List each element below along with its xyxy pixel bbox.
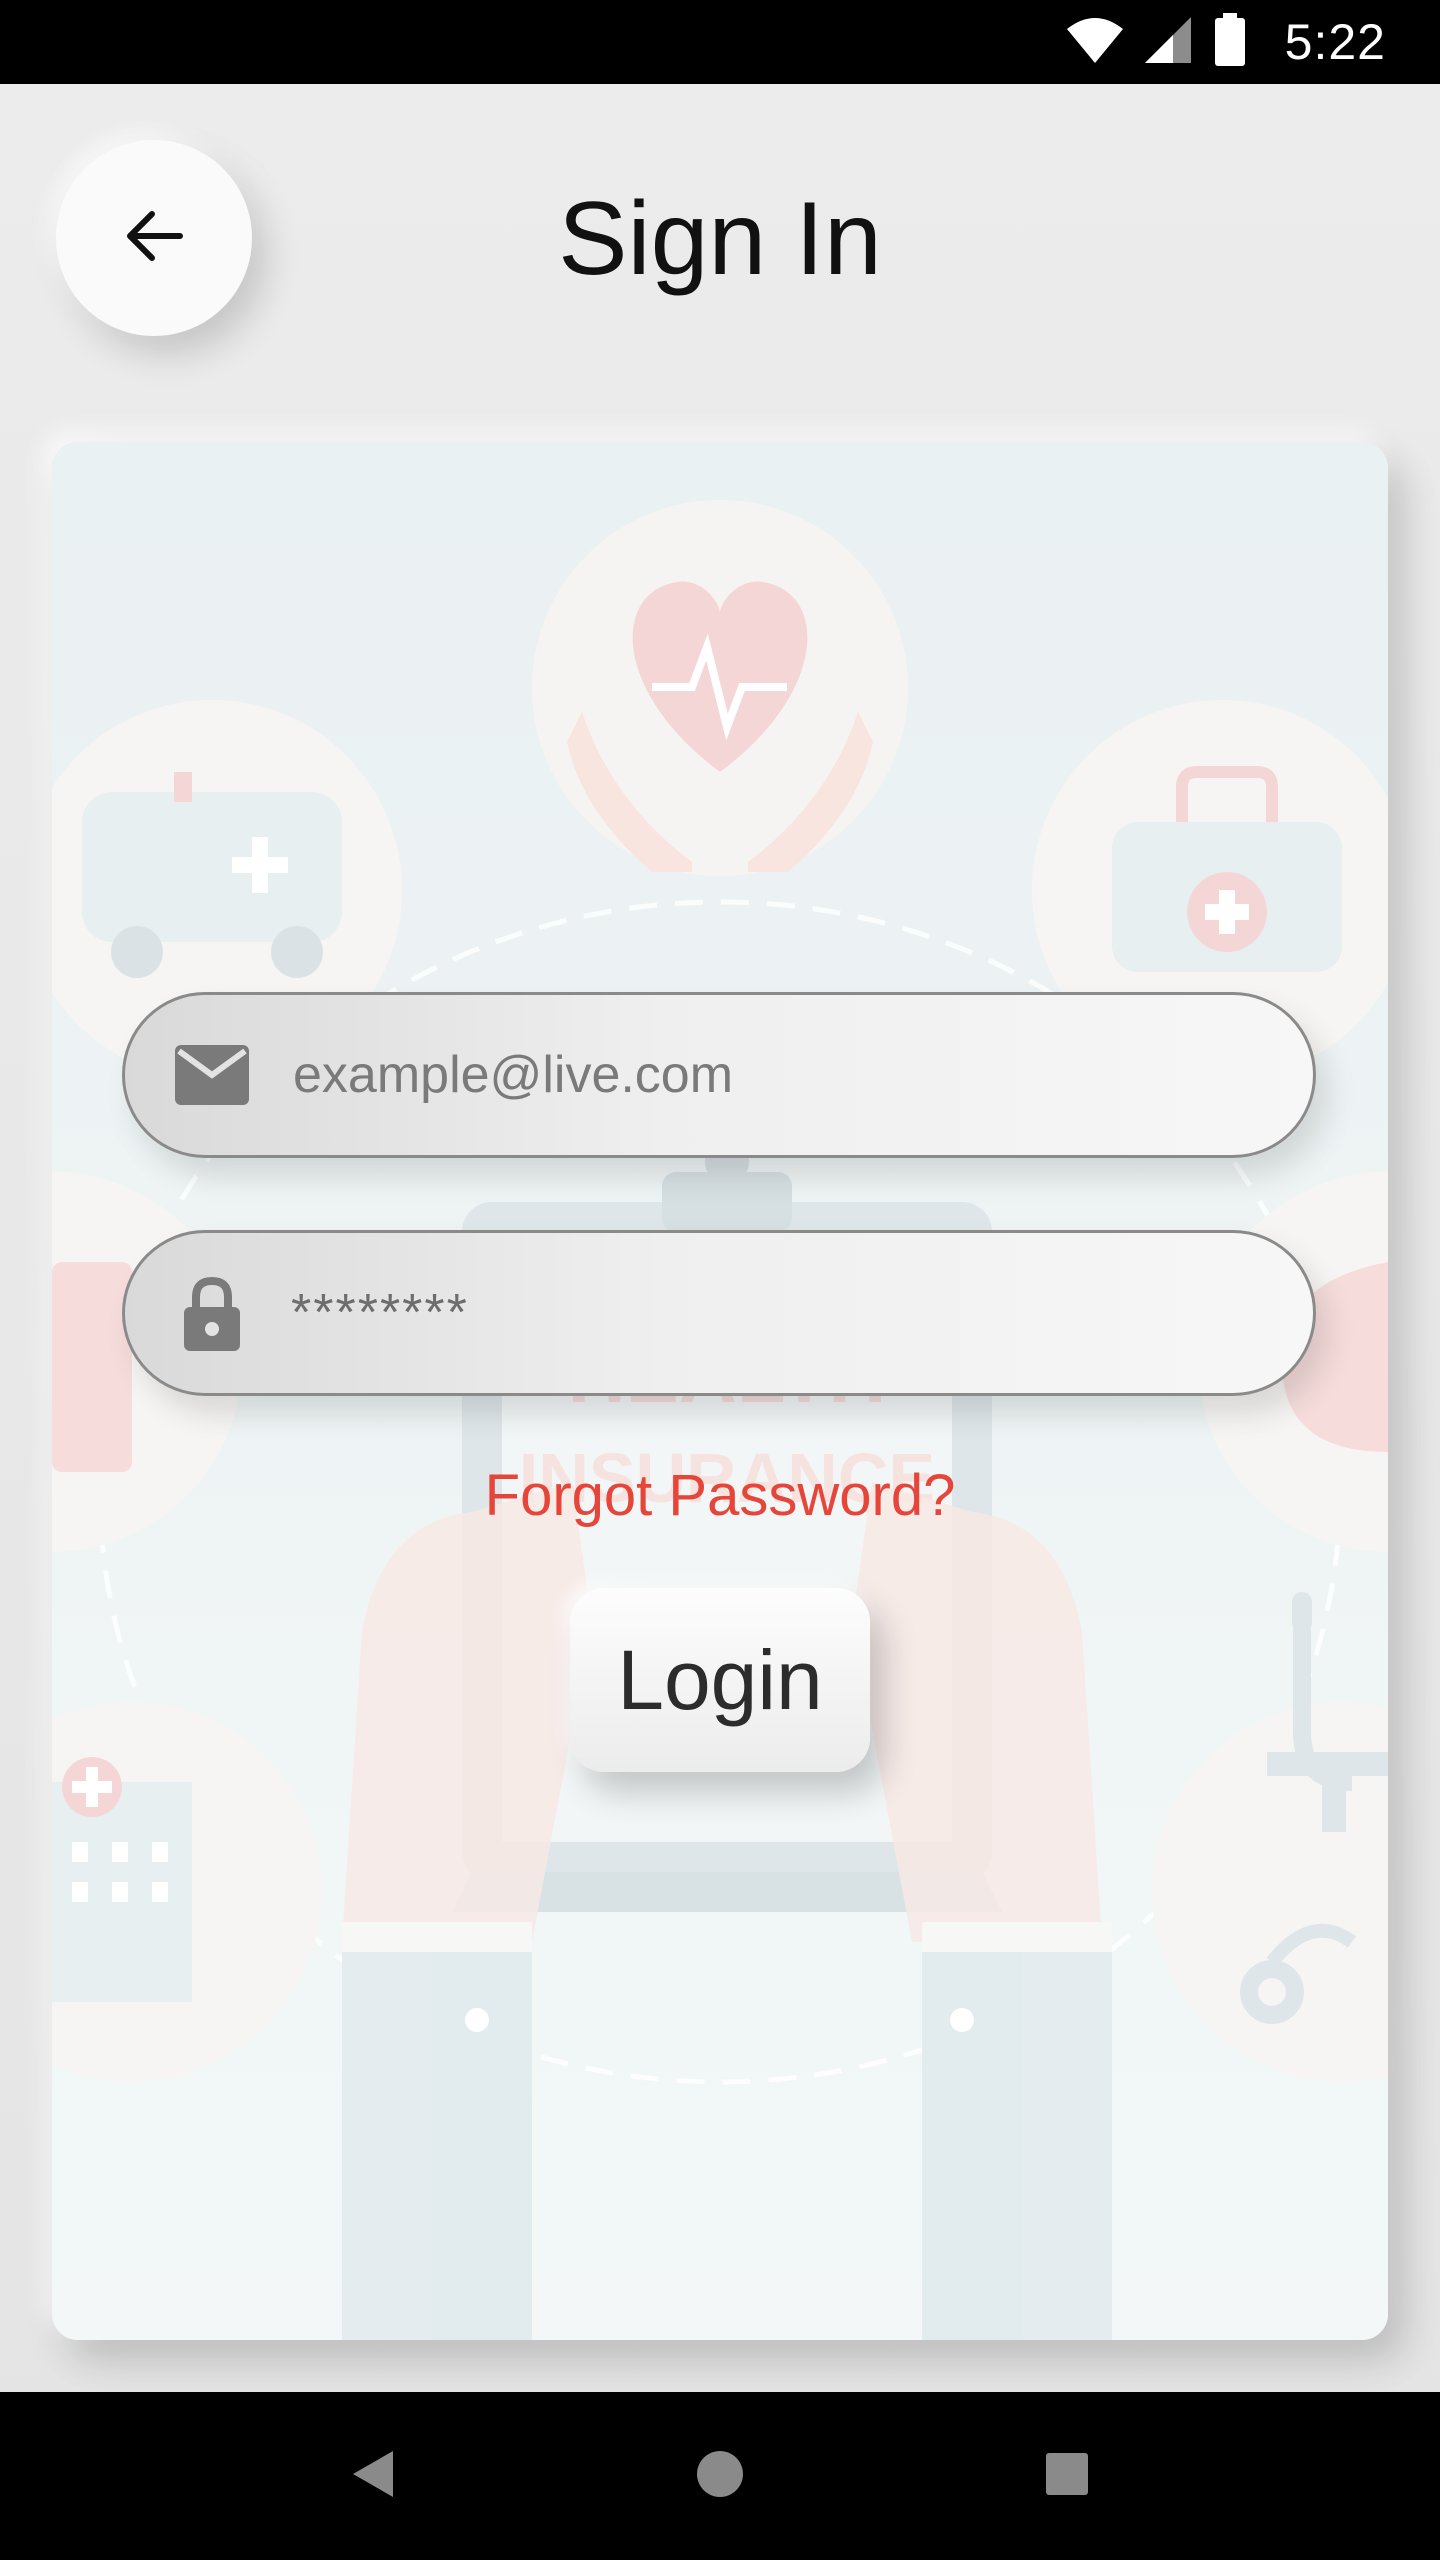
recents-square-icon <box>1045 2452 1089 2501</box>
mail-icon <box>173 1036 251 1114</box>
email-field[interactable] <box>122 992 1316 1158</box>
password-input[interactable]: ******** <box>291 1283 1251 1343</box>
back-triangle-icon <box>351 2449 395 2504</box>
sign-in-screen: 5:22 Sign In INSURANCE example@live.com … <box>0 0 1440 2560</box>
email-input[interactable] <box>291 1044 1255 1106</box>
lock-icon <box>173 1274 251 1352</box>
password-field[interactable]: ******** <box>122 1230 1316 1396</box>
forgot-password-link[interactable]: Forgot Password? <box>0 1462 1440 1529</box>
cellular-signal-icon <box>1143 15 1195 70</box>
system-nav-bar <box>0 2392 1440 2560</box>
home-circle-icon <box>695 2449 745 2504</box>
battery-icon <box>1213 12 1247 72</box>
nav-back-button[interactable] <box>328 2431 418 2521</box>
status-time: 5:22 <box>1284 14 1386 70</box>
status-icons: 5:22 <box>1065 0 1386 84</box>
wifi-icon <box>1065 15 1125 70</box>
page-title: Sign In <box>558 181 882 297</box>
nav-home-button[interactable] <box>675 2431 765 2521</box>
nav-recents-button[interactable] <box>1022 2431 1112 2521</box>
login-button[interactable]: Login <box>570 1588 870 1772</box>
status-bar: 5:22 <box>0 0 1440 84</box>
